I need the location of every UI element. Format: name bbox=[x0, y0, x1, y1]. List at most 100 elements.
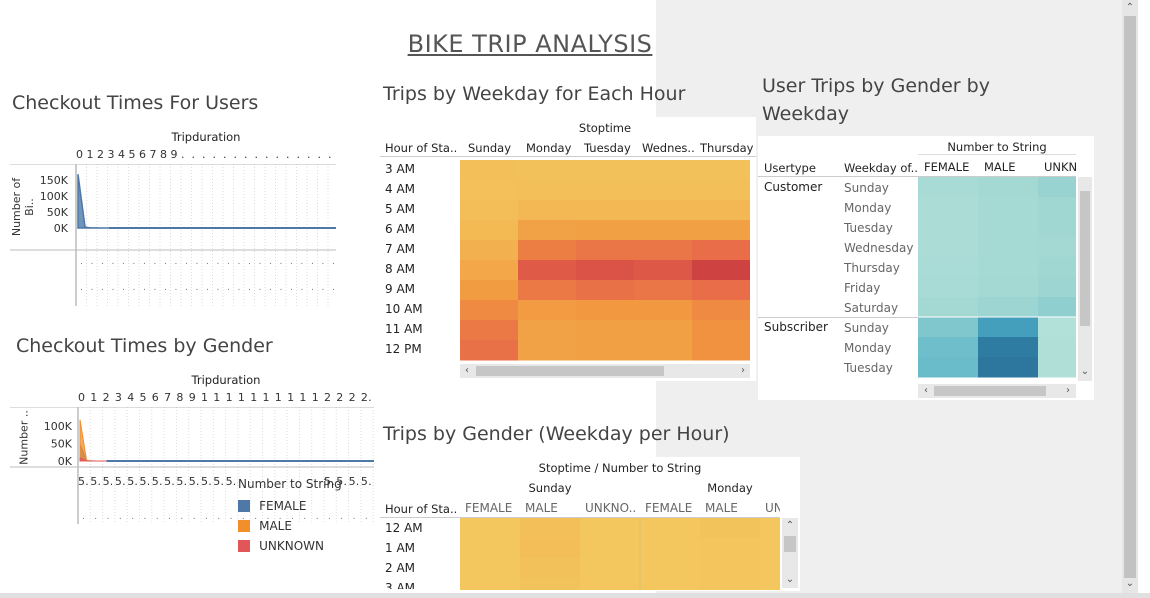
gender-weekday-vscroll-thumb[interactable] bbox=[1080, 191, 1090, 326]
gwh-vscroll-thumb[interactable] bbox=[784, 536, 796, 552]
scroll-left-arrow-icon[interactable]: ‹ bbox=[920, 385, 932, 397]
scroll-down-arrow-icon[interactable]: ⌄ bbox=[784, 574, 796, 586]
gender-weekday-vscrollbar[interactable]: ⌄ bbox=[1078, 177, 1092, 381]
weekday-hour-hscroll-thumb[interactable] bbox=[476, 366, 664, 376]
x-tick-dot: . bbox=[280, 257, 283, 267]
weekday-hour-cells bbox=[460, 160, 750, 361]
gender-weekday-cells bbox=[918, 177, 1076, 378]
heat-cell bbox=[918, 337, 979, 358]
heat-cell bbox=[692, 300, 750, 321]
x-tick-dot: . bbox=[227, 283, 230, 293]
x-bottom-tick: 5. bbox=[213, 475, 225, 488]
heat-cell bbox=[634, 160, 693, 181]
y-tick-label: 50K bbox=[47, 206, 69, 219]
x-tick-label: 0 bbox=[76, 148, 84, 161]
x-tick-label: 4 bbox=[118, 148, 126, 161]
x-tick-dot: . bbox=[143, 283, 146, 293]
x-tick-label: 1 bbox=[311, 391, 319, 404]
scroll-right-arrow-icon[interactable]: › bbox=[1062, 385, 1074, 397]
row-label-1: 1 AM bbox=[385, 541, 416, 555]
gender-weekday-title: User Trips by Gender by Weekday bbox=[762, 75, 990, 125]
x-tick-label: 3 bbox=[107, 148, 115, 161]
heat-cell bbox=[692, 340, 750, 361]
heat-cell bbox=[918, 237, 979, 258]
legend-item-male[interactable]: MALE bbox=[238, 515, 358, 533]
heat-cell bbox=[978, 177, 1039, 198]
legend-swatch-male bbox=[238, 519, 250, 532]
x-tick-label: 0 bbox=[78, 391, 86, 404]
row-label-2: 5 AM bbox=[385, 202, 416, 216]
x-tick-dot: . bbox=[217, 283, 220, 293]
heat-cell bbox=[634, 180, 693, 201]
gender-weekday-hscroll-thumb[interactable] bbox=[934, 386, 1046, 396]
heat-cell bbox=[576, 320, 635, 341]
x-tick-dot: . bbox=[94, 512, 97, 522]
heat-cell bbox=[576, 260, 635, 281]
gender-weekday-heatmap: Number to String Usertype Weekday of.. F… bbox=[758, 136, 1094, 400]
x-tick-dot: . bbox=[154, 283, 157, 293]
x-tick-dot: . bbox=[107, 512, 110, 522]
x-tick-dot: . bbox=[254, 148, 259, 161]
column-header-5: UN bbox=[765, 501, 780, 515]
gwh-days: Sunday Monday bbox=[460, 481, 780, 497]
column-header-0: Sunday bbox=[468, 141, 512, 155]
heat-cell bbox=[460, 180, 519, 201]
gender-weekday-hscrollbar[interactable]: ‹ › bbox=[918, 384, 1076, 398]
page-vertical-scrollbar[interactable]: ⌃ ⌄ bbox=[1122, 0, 1138, 594]
heat-cell bbox=[978, 277, 1039, 298]
usertype-label-0: Customer bbox=[764, 180, 823, 194]
column-header-4: MALE bbox=[705, 501, 738, 515]
x-tick-dot: . bbox=[133, 257, 136, 267]
heat-cell bbox=[978, 257, 1039, 278]
heat-cell bbox=[692, 180, 750, 201]
heat-cell bbox=[460, 220, 519, 241]
heat-cell bbox=[918, 217, 979, 238]
x-tick-label: 1 bbox=[274, 391, 282, 404]
heat-cell bbox=[580, 578, 641, 590]
x-tick-dot: . bbox=[265, 148, 269, 161]
scroll-down-arrow-icon[interactable]: ⌄ bbox=[1079, 366, 1091, 378]
heat-cell bbox=[460, 518, 521, 539]
x-tick-dot: . bbox=[196, 283, 199, 293]
heat-cell bbox=[580, 558, 641, 579]
scroll-down-arrow-icon[interactable]: ⌄ bbox=[1124, 578, 1136, 590]
x-tick-label: 2 bbox=[348, 391, 356, 404]
x-tick-dot: . bbox=[230, 512, 233, 522]
x-bottom-tick: 5. bbox=[114, 475, 126, 488]
usertype-header: Usertype bbox=[764, 161, 816, 175]
gwh-cells bbox=[460, 518, 780, 590]
x-tick-dot: . bbox=[80, 257, 83, 267]
x-tick-dot: . bbox=[206, 257, 209, 267]
x-tick-label: 2 bbox=[324, 391, 332, 404]
weekday-hour-heatmap: Stoptime Hour of Sta.. Sunday Monday Tuesd… bbox=[380, 117, 756, 381]
scroll-up-arrow-icon[interactable]: ⌃ bbox=[1124, 2, 1136, 14]
gwh-vscrollbar[interactable]: ⌃ ⌄ bbox=[782, 518, 798, 588]
column-header-3: Wednes.. bbox=[642, 141, 695, 155]
heat-cell bbox=[634, 200, 693, 221]
heat-cell bbox=[518, 320, 577, 341]
checkout-users-plot: 0K 50K 100K 150K...........................… bbox=[10, 164, 336, 306]
x-tick-dot: . bbox=[154, 257, 157, 267]
x-tick-dot: . bbox=[112, 283, 115, 293]
heat-cell bbox=[460, 200, 519, 221]
heat-cell bbox=[640, 578, 701, 590]
heat-cell bbox=[978, 217, 1039, 238]
gender-weekday-hour-title: Trips by Gender (Weekday per Hour) bbox=[383, 423, 730, 445]
heat-cell bbox=[518, 300, 577, 321]
weekday-hour-hscrollbar[interactable]: ‹ › bbox=[460, 364, 750, 378]
heat-cell bbox=[520, 538, 581, 559]
weekday-label: Saturday bbox=[844, 301, 899, 315]
page-scroll-thumb[interactable] bbox=[1124, 16, 1136, 578]
heat-cell bbox=[692, 280, 750, 301]
heat-cell bbox=[576, 280, 635, 301]
heat-cell bbox=[518, 220, 577, 241]
scroll-left-arrow-icon[interactable]: ‹ bbox=[461, 365, 473, 377]
x-tick-label: 8 bbox=[176, 391, 184, 404]
scroll-right-arrow-icon[interactable]: › bbox=[737, 365, 749, 377]
legend-item-female[interactable]: FEMALE bbox=[238, 495, 358, 513]
heat-cell bbox=[520, 578, 581, 590]
legend-item-unknown[interactable]: UNKNOWN bbox=[238, 535, 358, 553]
gwh-rows: 12 AM 1 AM 2 AM 3 AM bbox=[385, 519, 459, 589]
scroll-up-arrow-icon[interactable]: ⌃ bbox=[784, 520, 796, 532]
x-tick-dot: . bbox=[332, 257, 335, 267]
